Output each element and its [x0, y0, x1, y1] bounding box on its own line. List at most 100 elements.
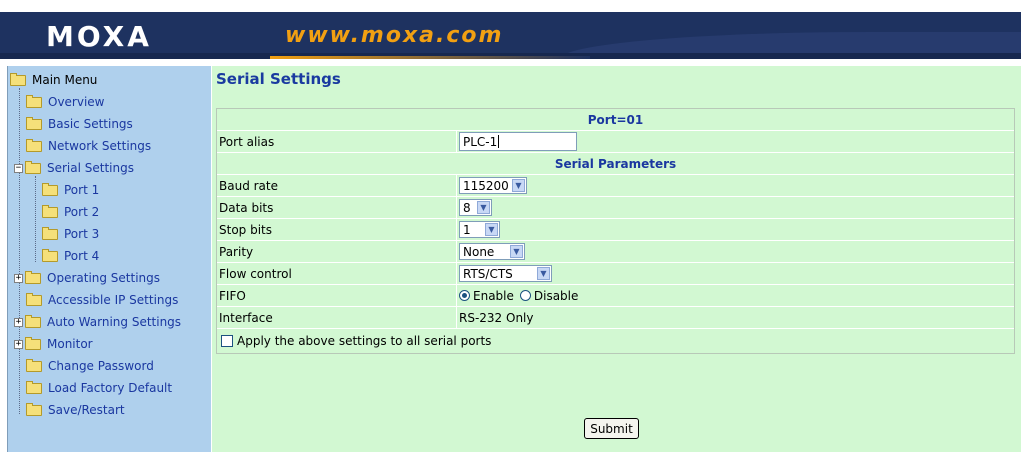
- sidebar-item-load-factory-default[interactable]: Load Factory Default: [26, 378, 172, 398]
- serial-params-header: Serial Parameters: [554, 156, 677, 171]
- parity-select[interactable]: None ▼: [459, 243, 525, 260]
- sidebar-item-serial-settings[interactable]: − Serial Settings: [14, 158, 134, 178]
- stop-bits-label: Stop bits: [217, 219, 457, 240]
- port-alias-label: Port alias: [217, 131, 457, 152]
- stop-bits-row: Stop bits 1 ▼: [217, 219, 1014, 241]
- sidebar-item-overview[interactable]: Overview: [26, 92, 105, 112]
- fifo-disable-option[interactable]: Disable: [519, 288, 579, 303]
- apply-all-option[interactable]: Apply the above settings to all serial p…: [217, 334, 491, 348]
- serial-params-header-row: Serial Parameters: [217, 153, 1014, 175]
- baud-rate-value: 115200: [463, 178, 509, 193]
- folder-icon: [26, 138, 42, 152]
- sidebar-item-network-settings[interactable]: Network Settings: [26, 136, 151, 156]
- folder-icon: [42, 204, 58, 218]
- data-bits-label: Data bits: [217, 197, 457, 218]
- parity-value: None: [463, 244, 495, 259]
- sidebar-item-label: Change Password: [48, 359, 154, 373]
- sidebar-item-auto-warning-settings[interactable]: + Auto Warning Settings: [14, 312, 181, 332]
- radio-unselected-icon[interactable]: [519, 290, 531, 301]
- folder-icon: [26, 292, 42, 306]
- chevron-down-icon[interactable]: ▼: [510, 245, 523, 258]
- sidebar-item-change-password[interactable]: Change Password: [26, 356, 154, 376]
- folder-icon: [25, 314, 41, 328]
- sidebar-item-label: Auto Warning Settings: [47, 315, 182, 329]
- data-bits-value: 8: [463, 200, 471, 215]
- flow-control-value: RTS/CTS: [463, 266, 513, 281]
- flow-control-select[interactable]: RTS/CTS ▼: [459, 265, 552, 282]
- data-bits-select[interactable]: 8 ▼: [459, 199, 492, 216]
- fifo-label: FIFO: [217, 285, 457, 306]
- site-url: www.moxa.com: [285, 23, 504, 48]
- folder-icon: [25, 336, 41, 350]
- fifo-enable-option[interactable]: Enable: [459, 289, 514, 303]
- moxa-logo: MOXA: [46, 20, 152, 53]
- sidebar-item-main-menu[interactable]: Main Menu: [10, 70, 97, 90]
- baud-rate-row: Baud rate 115200 ▼: [217, 175, 1014, 197]
- baud-rate-label: Baud rate: [217, 175, 457, 196]
- sidebar-item-label: Basic Settings: [48, 117, 133, 131]
- sidebar-item-label: Operating Settings: [47, 271, 161, 285]
- header-banner: MOXA www.moxa.com: [0, 12, 1021, 59]
- folder-icon: [42, 226, 58, 240]
- sidebar-item-operating-settings[interactable]: + Operating Settings: [14, 268, 160, 288]
- collapse-toggle-icon[interactable]: −: [14, 163, 23, 173]
- chevron-down-icon[interactable]: ▼: [512, 179, 525, 192]
- expand-toggle-icon[interactable]: +: [14, 317, 23, 327]
- expand-toggle-icon[interactable]: +: [14, 339, 23, 349]
- tree-line: [35, 176, 36, 262]
- chevron-down-icon[interactable]: ▼: [485, 223, 498, 236]
- sidebar-item-monitor[interactable]: + Monitor: [14, 334, 93, 354]
- fifo-disable-label: Disable: [533, 288, 579, 303]
- expand-toggle-icon[interactable]: +: [14, 273, 23, 283]
- interface-row: Interface RS-232 Only: [217, 307, 1014, 329]
- sidebar-item-basic-settings[interactable]: Basic Settings: [26, 114, 133, 134]
- open-folder-icon: [10, 72, 26, 86]
- sidebar-item-label: Port 3: [64, 227, 100, 241]
- header-accent-bar: [270, 56, 590, 59]
- main-content: Serial Settings Port=01 Port alias PLC-1…: [212, 66, 1021, 452]
- port-alias-input[interactable]: PLC-1: [459, 132, 577, 151]
- folder-icon: [25, 270, 41, 284]
- apply-all-row: Apply the above settings to all serial p…: [217, 329, 1014, 353]
- radio-selected-icon[interactable]: [459, 290, 470, 301]
- folder-icon: [26, 358, 42, 372]
- sidebar-item-port-1[interactable]: Port 1: [42, 180, 99, 200]
- sidebar-item-save-restart[interactable]: Save/Restart: [26, 400, 125, 420]
- flow-control-row: Flow control RTS/CTS ▼: [217, 263, 1014, 285]
- serial-settings-table: Port=01 Port alias PLC-1 Serial Paramete…: [216, 108, 1015, 354]
- stop-bits-select[interactable]: 1 ▼: [459, 221, 500, 238]
- sidebar-menu: Main Menu Overview Basic Settings Networ…: [7, 66, 211, 452]
- interface-label: Interface: [217, 307, 457, 328]
- folder-icon: [26, 94, 42, 108]
- sidebar-item-label: Port 1: [64, 183, 100, 197]
- sidebar-item-port-3[interactable]: Port 3: [42, 224, 99, 244]
- flow-control-label: Flow control: [217, 263, 457, 284]
- chevron-down-icon[interactable]: ▼: [477, 201, 490, 214]
- baud-rate-select[interactable]: 115200 ▼: [459, 177, 527, 194]
- sidebar-item-label: Port 4: [64, 249, 100, 263]
- sidebar-item-label: Serial Settings: [47, 161, 134, 175]
- open-folder-icon: [25, 160, 41, 174]
- sidebar-item-port-2[interactable]: Port 2: [42, 202, 99, 222]
- sidebar-item-label: Accessible IP Settings: [48, 293, 179, 307]
- apply-all-checkbox[interactable]: [221, 335, 233, 347]
- sidebar-item-label: Save/Restart: [48, 403, 125, 417]
- submit-button[interactable]: Submit: [584, 418, 639, 439]
- folder-icon: [26, 402, 42, 416]
- parity-row: Parity None ▼: [217, 241, 1014, 263]
- interface-value: RS-232 Only: [459, 310, 534, 325]
- sidebar-item-label: Network Settings: [48, 139, 152, 153]
- folder-icon: [42, 248, 58, 262]
- text-cursor: [498, 135, 500, 148]
- fifo-row: FIFO Enable Disable: [217, 285, 1014, 307]
- data-bits-row: Data bits 8 ▼: [217, 197, 1014, 219]
- sidebar-item-port-4[interactable]: Port 4: [42, 246, 99, 266]
- apply-all-label: Apply the above settings to all serial p…: [237, 334, 492, 348]
- sidebar-item-label: Monitor: [47, 337, 93, 351]
- sidebar-item-accessible-ip-settings[interactable]: Accessible IP Settings: [26, 290, 178, 310]
- sidebar-item-label: Main Menu: [32, 73, 98, 87]
- stop-bits-value: 1: [463, 222, 471, 237]
- chevron-down-icon[interactable]: ▼: [537, 267, 550, 280]
- port-header: Port=01: [587, 112, 644, 127]
- parity-label: Parity: [217, 241, 457, 262]
